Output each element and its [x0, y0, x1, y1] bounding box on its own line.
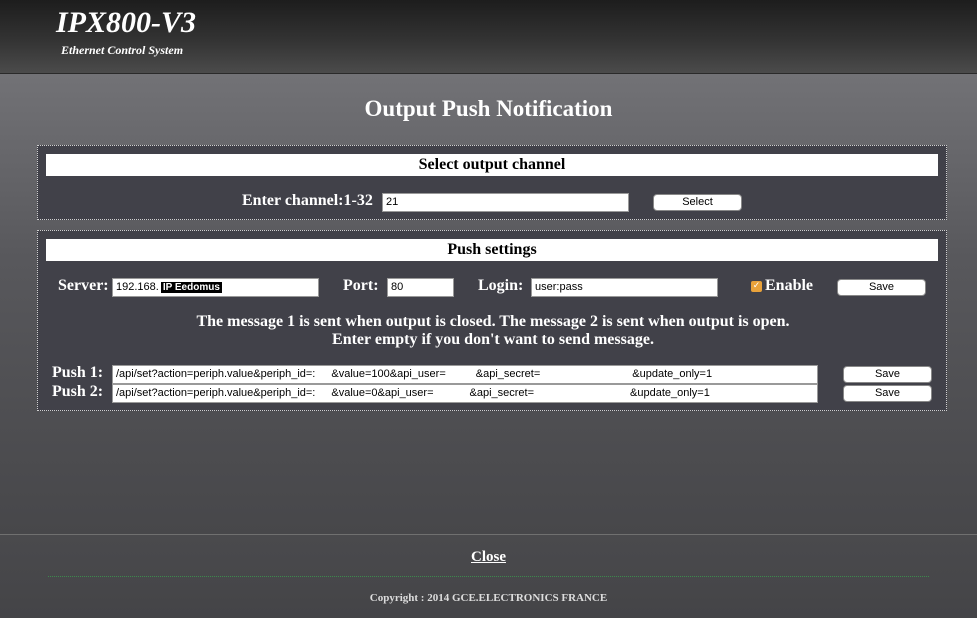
- push-settings-heading: Push settings: [46, 239, 938, 261]
- push2-url-part1: /api/set?action=periph.value&periph_id=:: [116, 387, 316, 399]
- login-input[interactable]: user:pass: [531, 278, 718, 297]
- push1-input[interactable]: /api/set?action=periph.value&periph_id=:…: [112, 365, 818, 384]
- port-input[interactable]: 80: [387, 278, 454, 297]
- copyright-text: Copyright : 2014 GCE.ELECTRONICS FRANCE: [369, 592, 608, 604]
- select-button[interactable]: Select: [653, 194, 742, 211]
- push1-url-part4: &update_only=1: [632, 368, 713, 380]
- enable-label: Enable: [765, 277, 814, 294]
- port-label: Port:: [343, 277, 379, 294]
- push1-url-part2: &value=100&api_user=: [331, 368, 446, 380]
- push2-save-button[interactable]: Save: [843, 385, 932, 402]
- push2-url-part4: &update_only=1: [630, 387, 710, 399]
- login-label: Login:: [478, 277, 524, 294]
- push1-label: Push 1:: [52, 364, 104, 381]
- footer: Close Copyright : 2014 GCE.ELECTRONICS F…: [0, 534, 977, 618]
- logo-subtitle: Ethernet Control System: [61, 43, 184, 57]
- push1-save-button[interactable]: Save: [843, 366, 932, 383]
- close-link[interactable]: Close: [0, 549, 977, 566]
- select-channel-heading: Select output channel: [46, 154, 938, 176]
- info-message-line2: Enter empty if you don't want to send me…: [332, 331, 654, 348]
- page-title: Output Push Notification: [364, 96, 613, 121]
- enable-checkbox[interactable]: ✓: [751, 281, 762, 292]
- push2-label: Push 2:: [52, 383, 104, 400]
- push1-url-part3: &api_secret=: [475, 368, 541, 380]
- logo-title: IPX800-V3: [56, 6, 197, 39]
- server-input[interactable]: 192.168. IP Eedomus: [112, 278, 319, 297]
- channel-label: Enter channel:1-32: [242, 192, 373, 209]
- info-message-line1: The message 1 is sent when output is clo…: [196, 313, 790, 330]
- server-label: Server:: [58, 277, 109, 294]
- push1-url-part1: /api/set?action=periph.value&periph_id=:: [116, 368, 316, 380]
- push2-url-part3: &api_secret=: [469, 387, 535, 399]
- push2-url-part2: &value=0&api_user=: [331, 387, 434, 399]
- push2-input[interactable]: /api/set?action=periph.value&periph_id=:…: [112, 384, 818, 403]
- footer-divider: [48, 576, 929, 577]
- select-channel-panel: Select output channel Enter channel:1-32…: [37, 145, 947, 220]
- server-redaction-overlay: IP Eedomus: [160, 282, 222, 293]
- save-settings-button[interactable]: Save: [837, 279, 926, 296]
- push-settings-panel: Push settings Server: 192.168. IP Eedomus…: [37, 230, 947, 411]
- server-value: 192.168.: [116, 281, 159, 293]
- channel-input[interactable]: 21: [382, 193, 629, 212]
- app-header: IPX800-V3 Ethernet Control System: [0, 0, 977, 74]
